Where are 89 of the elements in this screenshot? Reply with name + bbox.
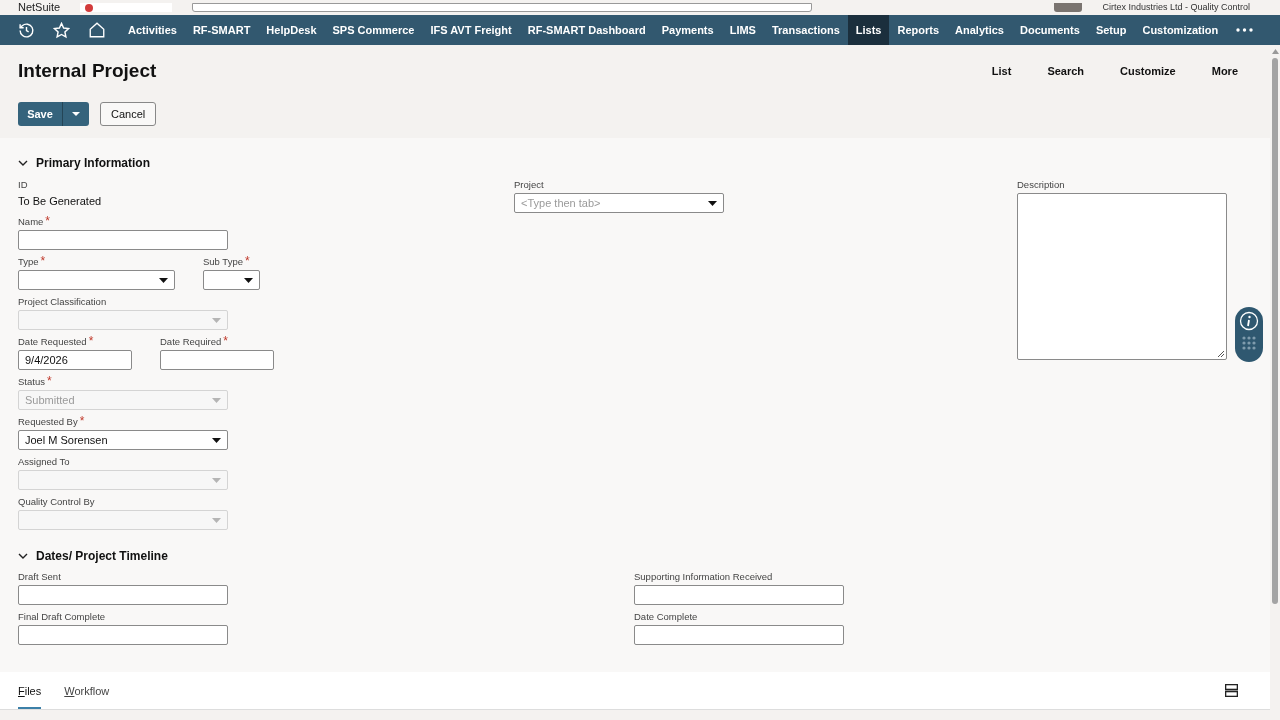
nav-menu-item[interactable]: Analytics bbox=[947, 15, 1012, 45]
field-label: Draft Sent bbox=[18, 570, 61, 583]
field-label: Quality Control By bbox=[18, 495, 95, 508]
field-label: Assigned To bbox=[18, 455, 70, 468]
more-dots-icon[interactable] bbox=[1236, 28, 1254, 32]
text-field[interactable]: 9/4/2026 bbox=[18, 350, 132, 370]
info-icon[interactable] bbox=[1239, 311, 1259, 331]
nav-menu-item[interactable]: RF-SMART Dashboard bbox=[519, 15, 654, 45]
text-field[interactable] bbox=[18, 585, 228, 605]
dropdown-field[interactable]: Joel M Sorensen bbox=[18, 430, 228, 450]
layout-toggle-icon[interactable] bbox=[1225, 684, 1238, 697]
nav-menu-item[interactable]: Setup bbox=[1087, 15, 1135, 45]
field-label: Project Classification bbox=[18, 295, 107, 308]
field-label: Description bbox=[1017, 178, 1065, 191]
required-asterisk: * bbox=[223, 335, 228, 347]
text-field[interactable] bbox=[160, 350, 274, 370]
nav-menu-item[interactable]: SPS Commerce bbox=[324, 15, 423, 45]
subtab[interactable]: Workflow bbox=[64, 672, 110, 709]
text-field[interactable] bbox=[634, 585, 844, 605]
section-title: Dates/ Project Timeline bbox=[36, 548, 168, 565]
page-action-link[interactable]: List bbox=[991, 62, 1012, 80]
dropdown-field[interactable] bbox=[203, 270, 260, 290]
required-asterisk: * bbox=[88, 335, 94, 347]
nav-menu-item[interactable]: Documents bbox=[1011, 15, 1088, 45]
dropdown-field[interactable] bbox=[18, 270, 175, 290]
nav-menu-item[interactable]: Activities bbox=[120, 15, 185, 45]
page-action-link[interactable]: More bbox=[1211, 62, 1238, 80]
text-field[interactable] bbox=[634, 625, 844, 645]
field-label: Project bbox=[514, 178, 544, 191]
save-button[interactable]: Save bbox=[18, 102, 63, 126]
section-title: Primary Information bbox=[36, 155, 151, 172]
dropdown-caret-icon bbox=[212, 437, 221, 443]
field-label: Date Complete bbox=[634, 610, 698, 623]
required-asterisk: * bbox=[46, 375, 52, 387]
field-label: Final Draft Complete bbox=[18, 610, 106, 623]
field-label: ID bbox=[18, 178, 28, 191]
field-label: Date Requested bbox=[18, 335, 87, 348]
description-textarea[interactable] bbox=[1017, 193, 1227, 360]
dropdown-caret-icon bbox=[159, 277, 168, 283]
nav-menu-item[interactable]: RF-SMART bbox=[184, 15, 259, 45]
nav-menu-item[interactable]: LIMS bbox=[721, 15, 764, 45]
chevron-icon[interactable] bbox=[18, 553, 28, 559]
field-label: Date Required bbox=[160, 335, 222, 348]
dropdown-caret-icon bbox=[212, 477, 221, 483]
resize-handle-icon[interactable] bbox=[1218, 351, 1224, 357]
nav-menu-item[interactable]: Payments bbox=[653, 15, 722, 45]
save-options-button[interactable] bbox=[63, 102, 89, 126]
nav-menu-item[interactable]: Reports bbox=[889, 15, 948, 45]
account-avatar[interactable] bbox=[1054, 3, 1083, 12]
nav-menu-item[interactable]: IFS AVT Freight bbox=[422, 15, 520, 45]
star-icon[interactable] bbox=[53, 21, 70, 39]
field-label: Sub Type bbox=[203, 255, 243, 268]
dropdown-caret-icon bbox=[212, 397, 221, 403]
field-label: Name bbox=[18, 215, 44, 228]
page-action-link[interactable]: Customize bbox=[1120, 62, 1176, 80]
nav-menu-item[interactable]: Customization bbox=[1134, 15, 1227, 45]
field-label: Type bbox=[18, 255, 39, 268]
caret-icon bbox=[72, 112, 80, 116]
global-search-field[interactable] bbox=[192, 3, 813, 12]
required-asterisk: * bbox=[45, 215, 50, 227]
home-icon[interactable] bbox=[88, 21, 106, 39]
account-name[interactable]: Cirtex Industries Ltd - Quality Control bbox=[1102, 2, 1250, 13]
cancel-button[interactable]: Cancel bbox=[100, 102, 157, 126]
field-label: Requested By bbox=[18, 415, 78, 428]
required-asterisk: * bbox=[79, 415, 85, 427]
history-icon[interactable] bbox=[18, 21, 35, 39]
nav-menu-item[interactable]: HelpDesk bbox=[258, 15, 325, 45]
dropdown-caret-icon bbox=[212, 517, 221, 523]
dropdown-caret-icon bbox=[708, 200, 717, 206]
brand-logo-text[interactable]: NetSuite bbox=[18, 1, 61, 14]
page-action-link[interactable]: Search bbox=[1047, 62, 1085, 80]
text-field[interactable] bbox=[18, 230, 228, 250]
required-asterisk: * bbox=[244, 255, 250, 267]
apps-grid-icon[interactable] bbox=[1242, 336, 1256, 350]
nav-menu-item[interactable]: Lists bbox=[847, 15, 890, 45]
dropdown-caret-icon bbox=[244, 277, 253, 283]
field-label: Supporting Information Received bbox=[634, 570, 773, 583]
nav-menu-item[interactable]: Transactions bbox=[763, 15, 848, 45]
text-field[interactable] bbox=[18, 625, 228, 645]
field-value: To Be Generated bbox=[18, 194, 102, 209]
required-asterisk: * bbox=[40, 255, 46, 267]
floating-help-widget[interactable] bbox=[1235, 307, 1263, 362]
chevron-icon[interactable] bbox=[18, 160, 28, 166]
dropdown-caret-icon bbox=[212, 317, 221, 323]
company-logo[interactable] bbox=[80, 3, 173, 12]
field-label: Status bbox=[18, 375, 45, 388]
subtab[interactable]: Files bbox=[18, 672, 42, 709]
page-title: Internal Project bbox=[18, 58, 157, 83]
scroll-up-arrow-icon[interactable] bbox=[1271, 49, 1279, 54]
